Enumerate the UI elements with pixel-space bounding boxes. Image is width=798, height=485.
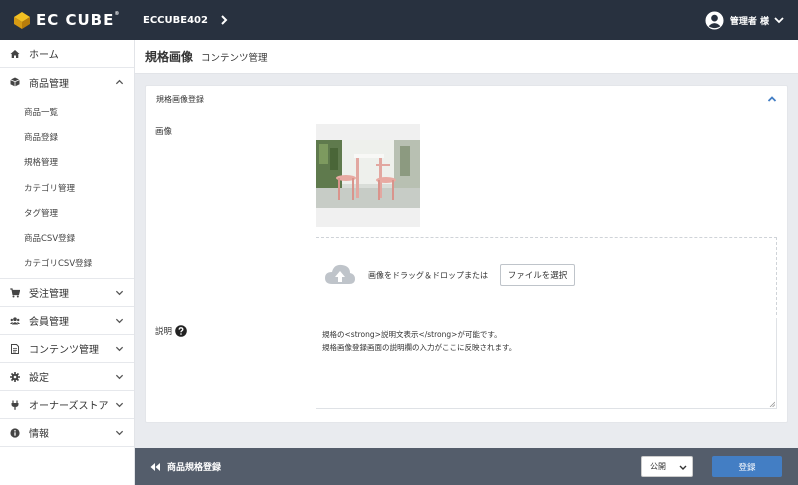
image-preview[interactable] [316, 124, 420, 227]
sidebar-item-label: 会員管理 [29, 317, 69, 329]
submenu-product-list[interactable]: 商品一覧 [0, 99, 134, 124]
submenu-class-manage[interactable]: 規格管理 [0, 150, 134, 175]
users-icon [10, 316, 20, 325]
sidebar-item-label: 設定 [29, 373, 49, 385]
visibility-select[interactable]: 公開 [641, 456, 693, 477]
chevron-right-icon [221, 15, 228, 25]
file-icon [11, 343, 19, 354]
submenu-product-csv[interactable]: 商品CSV登録 [0, 225, 134, 250]
sidebar: ホーム 商品管理 商品一覧 商品登録 規格管理 カテゴリ管理 タグ管理 商品CS… [0, 40, 135, 485]
top-header: EC CUBE® ECCUBE402 管理者 様 [0, 0, 798, 40]
preview-photo [316, 140, 420, 208]
sidebar-item-label: 受注管理 [29, 289, 69, 301]
sidebar-item-info[interactable]: 情報 [0, 419, 134, 448]
footer-bar: 商品規格登録 [135, 448, 798, 485]
chevron-down-icon [115, 290, 124, 296]
select-file-button[interactable]: ファイルを選択 [500, 264, 575, 286]
submenu-product-register[interactable]: 商品登録 [0, 124, 134, 149]
logo-text: EC CUBE® [36, 11, 121, 29]
description-label: 説明 [155, 327, 173, 337]
ec-cube-logo[interactable]: EC CUBE® [0, 0, 135, 40]
sidebar-item-customers[interactable]: 会員管理 [0, 307, 134, 336]
description-textarea[interactable]: 規格の<strong>説明文表示</strong>が可能です。 規格画像登録画面… [316, 318, 777, 409]
chevron-up-icon [115, 79, 124, 84]
sidebar-item-products[interactable]: 商品管理 [0, 68, 134, 96]
gear-icon [10, 371, 20, 382]
chevron-down-icon [115, 402, 124, 408]
user-menu[interactable]: 管理者 様 [705, 10, 784, 30]
submenu-category-manage[interactable]: カテゴリ管理 [0, 175, 134, 200]
chevron-down-icon [115, 374, 124, 380]
cart-icon [10, 287, 20, 298]
shop-name-link[interactable]: ECCUBE402 [143, 14, 230, 26]
products-submenu: 商品一覧 商品登録 規格管理 カテゴリ管理 タグ管理 商品CSV登録 カテゴリC… [0, 96, 134, 280]
cube-logo-icon [14, 12, 30, 29]
user-name: 管理者 様 [729, 16, 769, 27]
page-header: 規格画像 コンテンツ管理 [135, 40, 798, 74]
sidebar-item-label: 商品管理 [29, 78, 69, 90]
chevron-down-icon [115, 430, 124, 436]
plug-icon [11, 400, 19, 410]
page-title: 規格画像 [145, 50, 194, 64]
save-button[interactable]: 登録 [712, 456, 782, 477]
sidebar-item-settings[interactable]: 設定 [0, 363, 134, 392]
sidebar-item-owners-store[interactable]: オーナーズストア [0, 391, 134, 420]
visibility-value: 公開 [650, 462, 666, 471]
chevron-down-icon [115, 346, 124, 352]
home-icon [10, 49, 20, 58]
chevron-up-icon[interactable] [767, 95, 777, 103]
drop-instruction: 画像をドラッグ＆ドロップまたは [368, 271, 488, 280]
sidebar-item-label: ホーム [29, 50, 59, 61]
sidebar-item-home[interactable]: ホーム [0, 40, 134, 68]
cloud-upload-icon [325, 264, 355, 284]
sidebar-item-label: コンテンツ管理 [29, 345, 99, 357]
back-to-product-class-link[interactable]: 商品規格登録 [149, 460, 221, 473]
sidebar-item-orders[interactable]: 受注管理 [0, 279, 134, 308]
chevron-down-icon [774, 17, 784, 24]
sidebar-item-label: 情報 [29, 429, 49, 441]
help-question-icon[interactable] [175, 325, 187, 337]
submenu-category-csv[interactable]: カテゴリCSV登録 [0, 251, 134, 276]
submenu-tag-manage[interactable]: タグ管理 [0, 200, 134, 225]
back-label: 商品規格登録 [167, 463, 222, 473]
chevron-down-icon [115, 318, 124, 324]
card-title: 規格画像登録 [156, 95, 204, 104]
shop-name: ECCUBE402 [143, 14, 208, 26]
chevron-down-icon [679, 465, 687, 470]
page-subtitle: コンテンツ管理 [201, 52, 268, 64]
sidebar-item-label: オーナーズストア [29, 401, 109, 413]
info-icon [10, 427, 20, 438]
user-avatar-icon [705, 10, 724, 30]
description-label-group: 説明 [155, 325, 187, 337]
description-line: 規格の<strong>説明文表示</strong>が可能です。 [322, 330, 502, 339]
image-label: 画像 [155, 127, 173, 137]
cube-icon [10, 77, 20, 87]
description-line: 規格画像登録画面の説明欄の入力がここに反映されます。 [322, 343, 517, 352]
resize-handle-icon[interactable] [769, 401, 775, 407]
sidebar-item-contents[interactable]: コンテンツ管理 [0, 335, 134, 364]
double-chevron-left-icon [150, 462, 160, 471]
